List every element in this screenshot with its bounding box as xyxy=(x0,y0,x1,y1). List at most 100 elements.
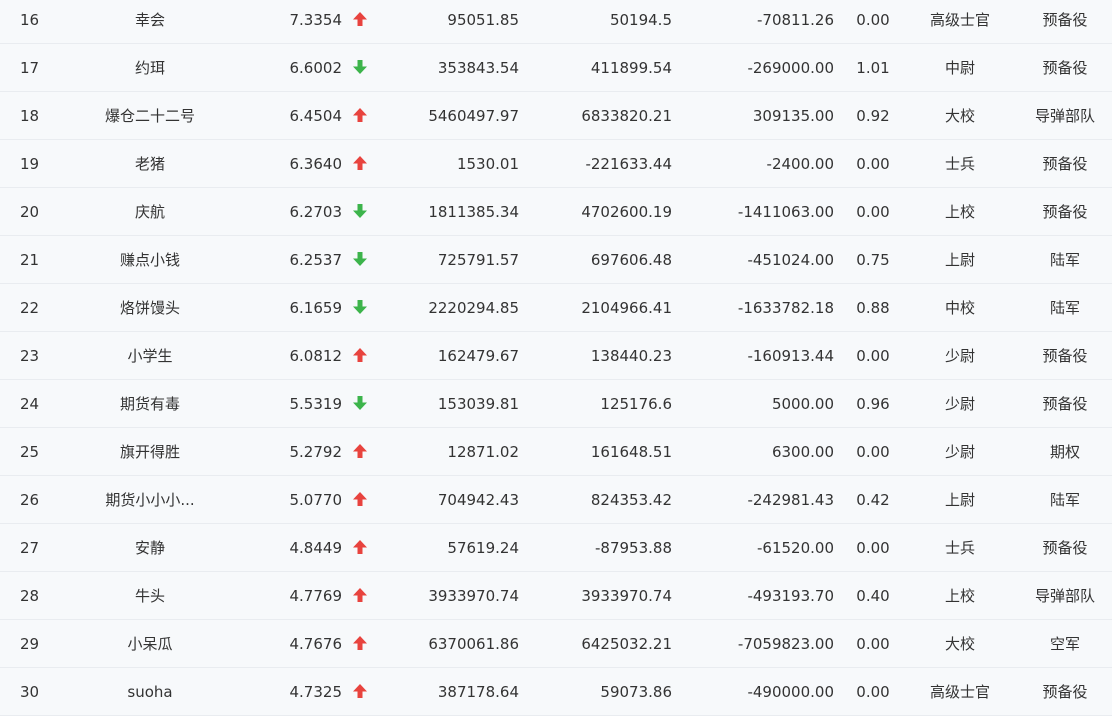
rank-cell: 21 xyxy=(20,251,40,269)
value-1-cell: 2220294.85 xyxy=(428,299,519,317)
military-rank-cell: 少尉 xyxy=(944,443,975,461)
value-2-cell: -221633.44 xyxy=(585,155,672,173)
table-row[interactable]: 19 老猪 6.3640 1530.01 -221633.44 -2400.00 0.00 士… xyxy=(0,140,1112,188)
unit-cell: 预备役 xyxy=(1042,11,1088,29)
ratio-cell: 0.00 xyxy=(856,203,890,221)
value-2-cell: 3933970.74 xyxy=(581,587,672,605)
rank-cell: 20 xyxy=(20,203,40,221)
table-row[interactable]: 27 安静 4.8449 57619.24 -87953.88 -61520.00 0.00… xyxy=(0,524,1112,572)
value-2-cell: 697606.48 xyxy=(590,251,672,269)
trend-cell xyxy=(351,284,369,332)
arrow-up-icon xyxy=(352,347,368,363)
value-2-cell: -87953.88 xyxy=(595,539,672,557)
score-cell: 7.3354 xyxy=(289,11,343,29)
rank-cell: 24 xyxy=(20,395,40,413)
table-row[interactable]: 23 小学生 6.0812 162479.67 138440.23 -160913.44 0… xyxy=(0,332,1112,380)
arrow-down-icon xyxy=(352,395,368,411)
value-3-cell: -490000.00 xyxy=(747,683,834,701)
military-rank-cell: 中校 xyxy=(944,299,975,317)
ratio-cell: 0.00 xyxy=(856,347,890,365)
value-3-cell: 5000.00 xyxy=(771,395,834,413)
rank-cell: 25 xyxy=(20,443,40,461)
unit-cell: 陆军 xyxy=(1049,299,1080,317)
trend-cell xyxy=(351,44,369,92)
unit-cell: 预备役 xyxy=(1042,155,1088,173)
table-row[interactable]: 17 约珥 6.6002 353843.54 411899.54 -269000.00 1.… xyxy=(0,44,1112,92)
table-row[interactable]: 22 烙饼馒头 6.1659 2220294.85 2104966.41 -1633782… xyxy=(0,284,1112,332)
value-2-cell: 59073.86 xyxy=(600,683,672,701)
value-1-cell: 12871.02 xyxy=(447,443,519,461)
table-row[interactable]: 26 期货小小小... 5.0770 704942.43 824353.42 -24298… xyxy=(0,476,1112,524)
score-cell: 4.8449 xyxy=(289,539,343,557)
arrow-up-icon xyxy=(352,443,368,459)
unit-cell: 导弹部队 xyxy=(1034,587,1095,605)
score-cell: 4.7676 xyxy=(289,635,343,653)
unit-cell: 预备役 xyxy=(1042,347,1088,365)
table-row[interactable]: 24 期货有毒 5.5319 153039.81 125176.6 5000.00 0.96… xyxy=(0,380,1112,428)
trader-name: 安静 xyxy=(134,539,165,557)
table-row[interactable]: 29 小呆瓜 4.7676 6370061.86 6425032.21 -7059823.… xyxy=(0,620,1112,668)
arrow-up-icon xyxy=(352,11,368,27)
rank-cell: 16 xyxy=(20,11,40,29)
value-3-cell: -7059823.00 xyxy=(737,635,834,653)
arrow-down-icon xyxy=(352,203,368,219)
table-row[interactable]: 18 爆仓二十二号 6.4504 5460497.97 6833820.21 309135… xyxy=(0,92,1112,140)
arrow-up-icon xyxy=(352,587,368,603)
value-1-cell: 1530.01 xyxy=(456,155,519,173)
arrow-up-icon xyxy=(352,683,368,699)
arrow-up-icon xyxy=(352,491,368,507)
score-cell: 5.2792 xyxy=(289,443,343,461)
rank-cell: 19 xyxy=(20,155,40,173)
rank-cell: 29 xyxy=(20,635,40,653)
trend-cell xyxy=(351,236,369,284)
military-rank-cell: 上校 xyxy=(944,203,975,221)
ratio-cell: 0.96 xyxy=(856,395,890,413)
table-row[interactable]: 20 庆航 6.2703 1811385.34 4702600.19 -1411063.0… xyxy=(0,188,1112,236)
unit-cell: 期权 xyxy=(1049,443,1080,461)
unit-cell: 预备役 xyxy=(1042,59,1088,77)
value-3-cell: -451024.00 xyxy=(747,251,834,269)
table-row[interactable]: 21 赚点小钱 6.2537 725791.57 697606.48 -451024.00… xyxy=(0,236,1112,284)
table-row[interactable]: 16 幸会 7.3354 95051.85 50194.5 -70811.26 0.00 高级… xyxy=(0,0,1112,44)
arrow-down-icon xyxy=(352,299,368,315)
ratio-cell: 0.00 xyxy=(856,11,890,29)
trend-cell xyxy=(351,140,369,188)
table-row[interactable]: 28 牛头 4.7769 3933970.74 3933970.74 -493193.70… xyxy=(0,572,1112,620)
table-row[interactable]: 30 suoha 4.7325 387178.64 59073.86 -490000.00… xyxy=(0,668,1112,716)
score-cell: 4.7325 xyxy=(289,683,343,701)
value-1-cell: 153039.81 xyxy=(437,395,519,413)
trader-name: 小呆瓜 xyxy=(127,635,173,653)
arrow-down-icon xyxy=(352,59,368,75)
trader-name: 庆航 xyxy=(134,203,165,221)
arrow-up-icon xyxy=(352,635,368,651)
score-cell: 5.5319 xyxy=(289,395,343,413)
military-rank-cell: 中尉 xyxy=(944,59,975,77)
unit-cell: 陆军 xyxy=(1049,491,1080,509)
ratio-cell: 1.01 xyxy=(856,59,890,77)
trader-name: 烙饼馒头 xyxy=(119,299,180,317)
value-1-cell: 725791.57 xyxy=(437,251,519,269)
table-row[interactable]: 25 旗开得胜 5.2792 12871.02 161648.51 6300.00 0.00… xyxy=(0,428,1112,476)
rank-cell: 23 xyxy=(20,347,40,365)
value-2-cell: 125176.6 xyxy=(600,395,672,413)
trend-cell xyxy=(351,572,369,620)
trend-cell xyxy=(351,188,369,236)
trader-name: 约珥 xyxy=(134,59,165,77)
trader-name: 幸会 xyxy=(134,11,165,29)
value-3-cell: 309135.00 xyxy=(752,107,834,125)
unit-cell: 预备役 xyxy=(1042,539,1088,557)
arrow-up-icon xyxy=(352,539,368,555)
value-3-cell: 6300.00 xyxy=(771,443,834,461)
ratio-cell: 0.92 xyxy=(856,107,890,125)
value-1-cell: 387178.64 xyxy=(437,683,519,701)
value-3-cell: -160913.44 xyxy=(747,347,834,365)
arrow-up-icon xyxy=(352,155,368,171)
trend-cell xyxy=(351,476,369,524)
rank-cell: 27 xyxy=(20,539,40,557)
value-1-cell: 1811385.34 xyxy=(428,203,519,221)
military-rank-cell: 大校 xyxy=(944,107,975,125)
rank-cell: 26 xyxy=(20,491,40,509)
value-1-cell: 6370061.86 xyxy=(428,635,519,653)
unit-cell: 陆军 xyxy=(1049,251,1080,269)
military-rank-cell: 大校 xyxy=(944,635,975,653)
